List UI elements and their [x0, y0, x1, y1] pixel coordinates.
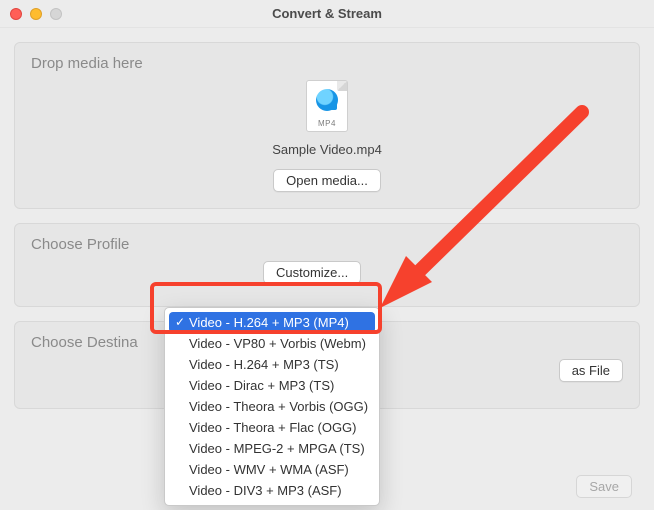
profile-option[interactable]: Video - Theora + Vorbis (OGG): [165, 396, 379, 417]
open-media-button[interactable]: Open media...: [273, 169, 381, 192]
file-ext-label: MP4: [318, 119, 336, 128]
close-icon[interactable]: [10, 8, 22, 20]
save-button[interactable]: Save: [576, 475, 632, 498]
window-controls: [0, 8, 62, 20]
titlebar: Convert & Stream: [0, 0, 654, 28]
profile-option[interactable]: Video - H.264 + MP3 (MP4): [169, 312, 375, 333]
profile-option[interactable]: Video - MPEG-2 + MPGA (TS): [165, 438, 379, 459]
profile-option[interactable]: Video - Dirac + MP3 (TS): [165, 375, 379, 396]
minimize-icon[interactable]: [30, 8, 42, 20]
profile-option[interactable]: Video - VP80 + Vorbis (Webm): [165, 333, 379, 354]
choose-profile-panel: Choose Profile Customize...: [14, 223, 640, 307]
profile-select[interactable]: [31, 262, 253, 284]
drop-media-panel[interactable]: Drop media here MP4 Sample Video.mp4 Ope…: [14, 42, 640, 209]
file-name-label: Sample Video.mp4: [272, 142, 382, 157]
profile-option[interactable]: Video - DIV3 + MP3 (ASF): [165, 480, 379, 501]
profile-option[interactable]: Video - H.264 + MP3 (TS): [165, 354, 379, 375]
save-as-file-button[interactable]: as File: [559, 359, 623, 382]
zoom-icon: [50, 8, 62, 20]
profile-dropdown[interactable]: Video - H.264 + MP3 (MP4)Video - VP80 + …: [164, 307, 380, 506]
customize-button[interactable]: Customize...: [263, 261, 361, 284]
profile-option[interactable]: Video - WMV + WMA (ASF): [165, 459, 379, 480]
window-title: Convert & Stream: [0, 6, 654, 21]
document-icon: MP4: [306, 80, 348, 132]
drop-media-title: Drop media here: [31, 55, 623, 72]
choose-profile-title: Choose Profile: [31, 236, 623, 253]
media-file: MP4 Sample Video.mp4 Open media...: [31, 80, 623, 192]
profile-option[interactable]: Video - Theora + Flac (OGG): [165, 417, 379, 438]
